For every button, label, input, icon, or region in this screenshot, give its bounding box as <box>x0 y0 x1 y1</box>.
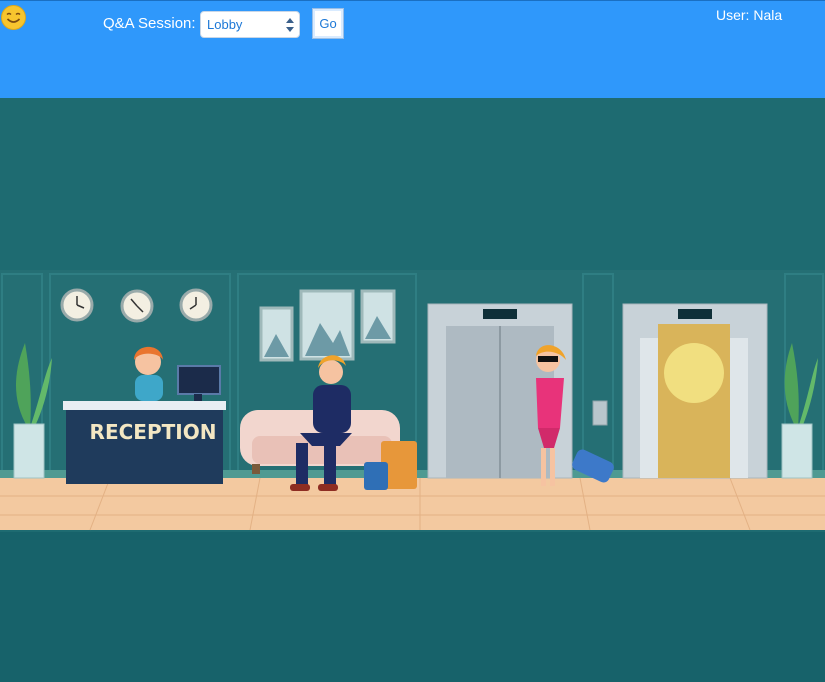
page-footer-area <box>0 532 825 682</box>
clock-icon <box>120 289 154 323</box>
session-label: Q&A Session: <box>103 15 196 32</box>
session-select[interactable]: Lobby <box>200 11 300 38</box>
clock-icon <box>179 288 213 322</box>
top-bar: Q&A Session: Lobby Go User: Nala <box>0 0 825 98</box>
reception-sign: RECEPTION <box>90 420 217 444</box>
lobby-scene: RECEPTION <box>0 98 825 532</box>
clock-icon <box>60 288 94 322</box>
elevator-icon <box>622 303 768 479</box>
session-select-value: Lobby <box>207 17 243 32</box>
select-arrows-icon <box>286 18 294 32</box>
go-button[interactable]: Go <box>312 8 344 39</box>
user-label: User: Nala <box>716 7 783 23</box>
smiley-icon[interactable] <box>0 4 27 31</box>
reception-desk: RECEPTION <box>63 401 226 484</box>
elevator-call-button-icon <box>592 400 608 426</box>
